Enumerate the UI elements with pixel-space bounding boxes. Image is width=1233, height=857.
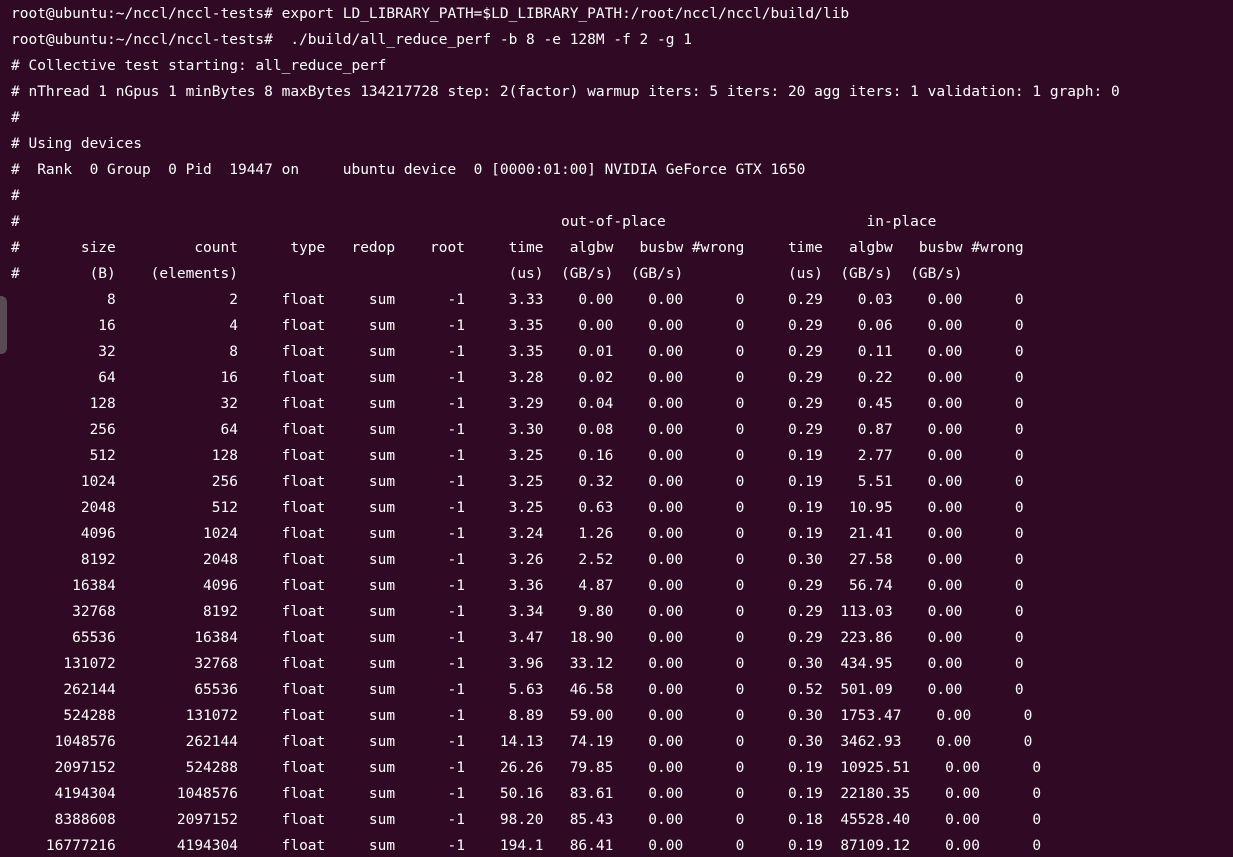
table-header-units: # (B) (elements) (us) (GB/s) (GB/s) (us)… (11, 266, 963, 282)
output-line: # nThread 1 nGpus 1 minBytes 8 maxBytes … (11, 84, 1120, 100)
command-line-run: root@ubuntu:~/nccl/nccl-tests# ./build/a… (11, 32, 692, 48)
terminal-output: root@ubuntu:~/nccl/nccl-tests# export LD… (11, 1, 1233, 857)
table-row: 512 128 float sum -1 3.25 0.16 0.00 0 0.… (11, 448, 1024, 464)
table-row: 16777216 4194304 float sum -1 194.1 86.4… (11, 838, 1042, 854)
output-line: # (11, 188, 20, 204)
table-row: 8192 2048 float sum -1 3.26 2.52 0.00 0 … (11, 552, 1024, 568)
table-row: 2097152 524288 float sum -1 26.26 79.85 … (11, 760, 1042, 776)
table-row: 524288 131072 float sum -1 8.89 59.00 0.… (11, 708, 1033, 724)
table-row: 2048 512 float sum -1 3.25 0.63 0.00 0 0… (11, 500, 1024, 516)
table-header-group: # out-of-place in-place (11, 214, 937, 230)
table-row: 262144 65536 float sum -1 5.63 46.58 0.0… (11, 682, 1024, 698)
table-row: 4194304 1048576 float sum -1 50.16 83.61… (11, 786, 1042, 802)
table-row: 256 64 float sum -1 3.30 0.08 0.00 0 0.2… (11, 422, 1024, 438)
table-row: 131072 32768 float sum -1 3.96 33.12 0.0… (11, 656, 1024, 672)
terminal-window[interactable]: root@ubuntu:~/nccl/nccl-tests# export LD… (0, 0, 1233, 857)
table-row: 1024 256 float sum -1 3.25 0.32 0.00 0 0… (11, 474, 1024, 490)
output-line: # Collective test starting: all_reduce_p… (11, 58, 387, 74)
scrollbar-handle[interactable] (0, 296, 7, 354)
table-row: 64 16 float sum -1 3.28 0.02 0.00 0 0.29… (11, 370, 1024, 386)
table-row: 32 8 float sum -1 3.35 0.01 0.00 0 0.29 … (11, 344, 1024, 360)
table-row: 4096 1024 float sum -1 3.24 1.26 0.00 0 … (11, 526, 1024, 542)
output-line: # (11, 110, 20, 126)
output-line: # Rank 0 Group 0 Pid 19447 on ubuntu dev… (11, 162, 806, 178)
table-row: 16 4 float sum -1 3.35 0.00 0.00 0 0.29 … (11, 318, 1024, 334)
output-line: # Using devices (11, 136, 142, 152)
table-row: 8388608 2097152 float sum -1 98.20 85.43… (11, 812, 1042, 828)
table-row: 128 32 float sum -1 3.29 0.04 0.00 0 0.2… (11, 396, 1024, 412)
table-row: 65536 16384 float sum -1 3.47 18.90 0.00… (11, 630, 1024, 646)
table-row: 8 2 float sum -1 3.33 0.00 0.00 0 0.29 0… (11, 292, 1024, 308)
table-row: 16384 4096 float sum -1 3.36 4.87 0.00 0… (11, 578, 1024, 594)
command-line-export: root@ubuntu:~/nccl/nccl-tests# export LD… (11, 6, 850, 22)
table-header-columns: # size count type redop root time algbw … (11, 240, 1024, 256)
table-row: 1048576 262144 float sum -1 14.13 74.19 … (11, 734, 1033, 750)
table-row: 32768 8192 float sum -1 3.34 9.80 0.00 0… (11, 604, 1024, 620)
